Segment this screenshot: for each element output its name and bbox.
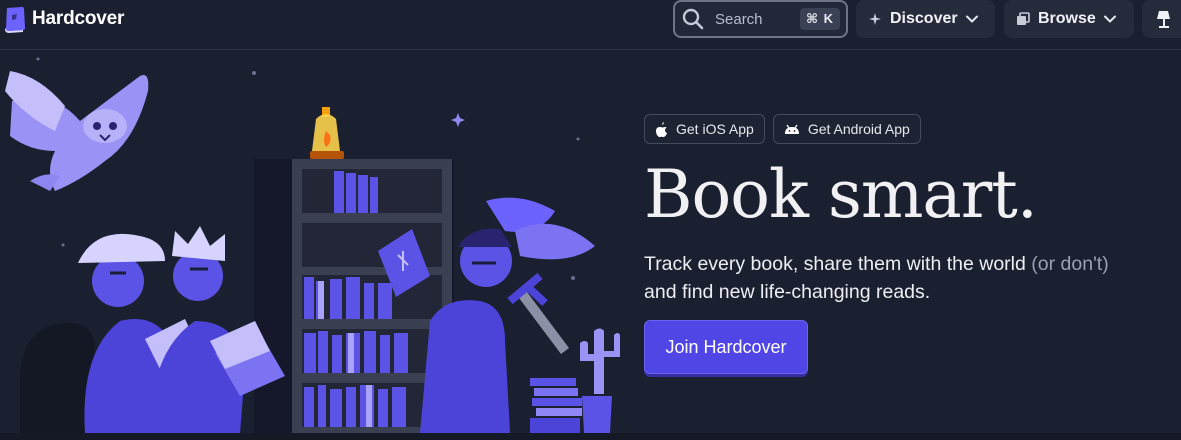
chevron-down-icon — [965, 15, 978, 23]
brand-link[interactable]: Hardcover — [4, 4, 124, 34]
hero-headline: Book smart. — [644, 156, 1038, 233]
books-icon — [1017, 12, 1030, 25]
top-nav: Hardcover Search ⌘ K Discover Browse — [0, 0, 1181, 50]
browse-menu-button[interactable]: Browse — [1004, 0, 1134, 38]
sparkle-icon — [869, 13, 881, 25]
app-download-badges: Get iOS App Get Android App — [644, 114, 921, 144]
discover-menu-button[interactable]: Discover — [856, 0, 995, 38]
community-menu-button[interactable] — [1142, 0, 1181, 38]
tagline-muted: (or don't) — [1031, 253, 1109, 275]
join-hardcover-button[interactable]: Join Hardcover — [644, 320, 808, 374]
search-label: Search — [715, 10, 763, 28]
tagline-end: and find new life-changing reads. — [644, 281, 931, 303]
brand-name: Hardcover — [32, 8, 125, 29]
hardcover-logo-icon — [5, 6, 25, 33]
chevron-down-icon — [1103, 15, 1116, 23]
tagline-main: Track every book, share them with the wo… — [644, 253, 1032, 275]
android-icon — [784, 124, 799, 134]
ios-app-label: Get iOS App — [676, 121, 754, 137]
ios-app-button[interactable]: Get iOS App — [644, 114, 765, 144]
search-button[interactable]: Search ⌘ K — [673, 0, 848, 38]
lamp-icon — [1157, 11, 1170, 28]
discover-label: Discover — [890, 10, 958, 27]
apple-icon — [656, 121, 667, 137]
search-shortcut-badge: ⌘ K — [799, 8, 840, 30]
section-divider — [0, 433, 1181, 440]
hero-tagline: Track every book, share them with the wo… — [644, 250, 1174, 306]
browse-label: Browse — [1038, 10, 1096, 27]
android-app-label: Get Android App — [807, 121, 910, 137]
reading-illustration — [5, 57, 620, 433]
android-app-button[interactable]: Get Android App — [772, 114, 921, 144]
search-icon — [682, 8, 704, 30]
